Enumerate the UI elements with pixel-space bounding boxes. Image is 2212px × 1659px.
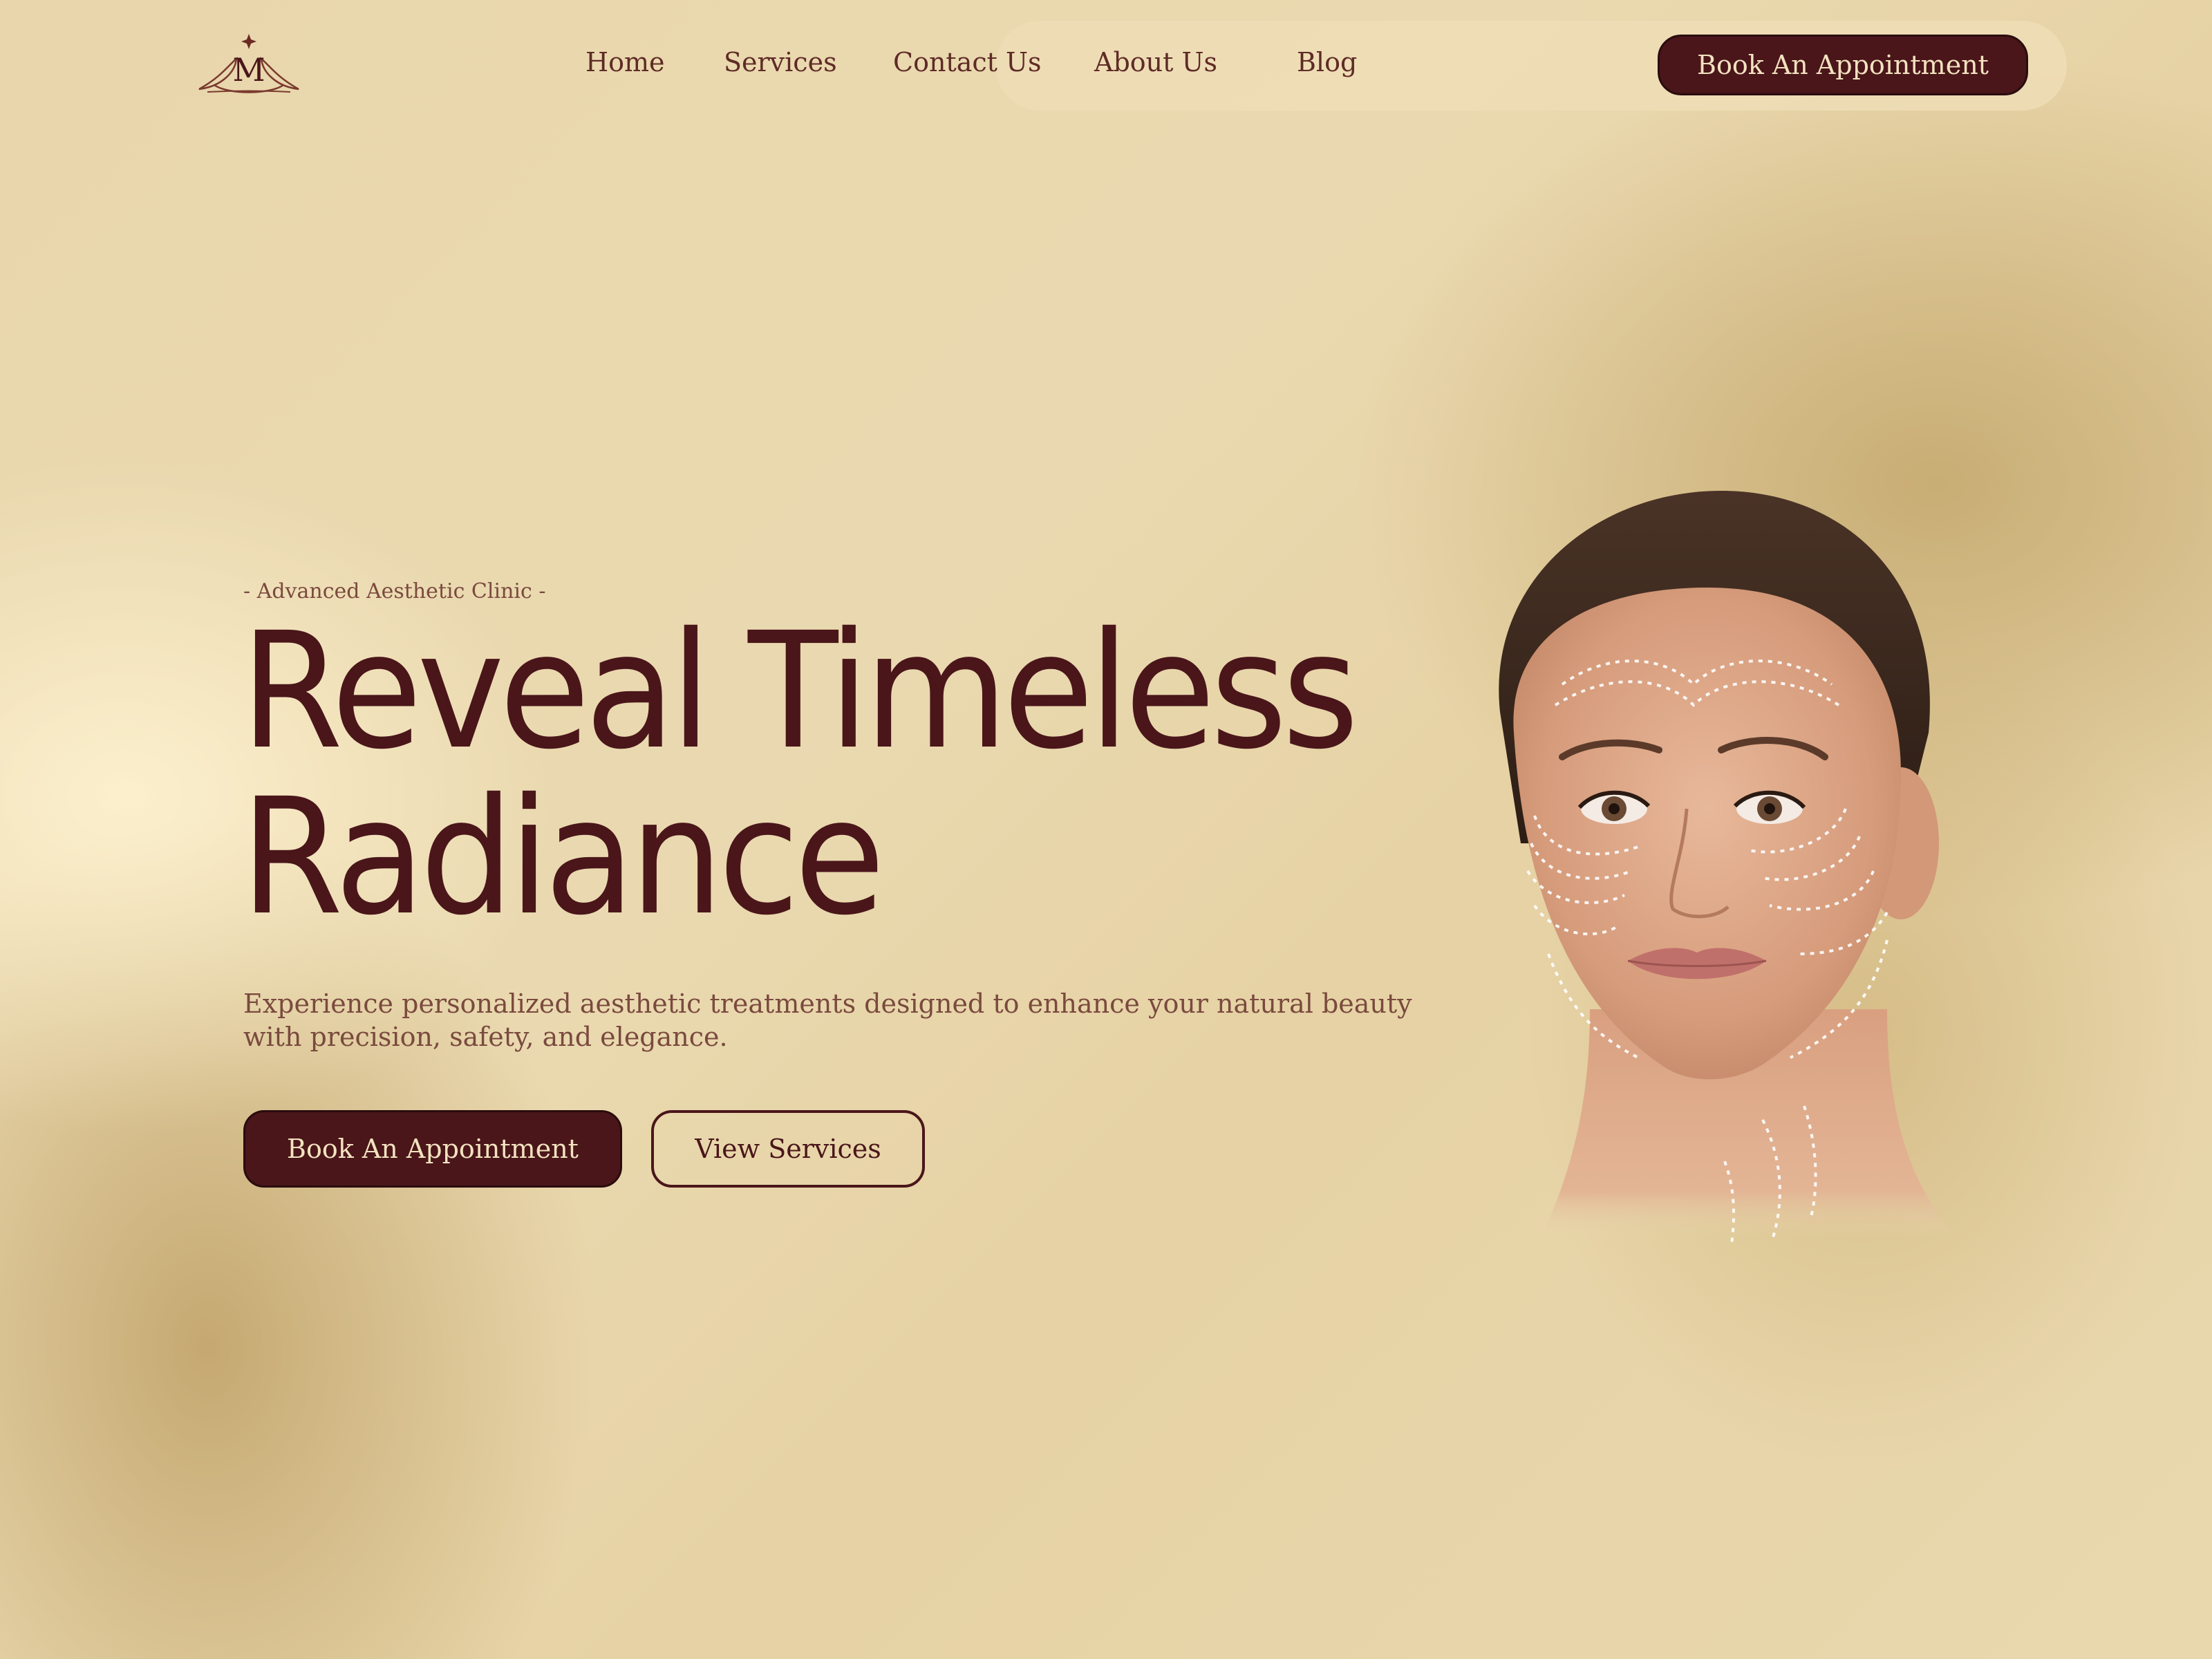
- hero-headline-line-2: Radiance: [241, 764, 885, 950]
- nav-home[interactable]: Home: [585, 47, 665, 77]
- view-services-button[interactable]: View Services: [651, 1110, 925, 1188]
- header-book-appointment-button[interactable]: Book An Appointment: [1658, 35, 2028, 95]
- hero-face-image: [1499, 491, 1956, 1245]
- nav-services[interactable]: Services: [724, 47, 837, 77]
- nav-contact-us[interactable]: Contact Us: [893, 47, 1042, 77]
- logo-icon[interactable]: M: [194, 31, 304, 97]
- nav-blog[interactable]: Blog: [1297, 47, 1357, 77]
- hero-headline: Reveal Timeless Radiance: [241, 608, 1451, 940]
- hero-headline-line-1: Reveal Timeless: [241, 598, 1359, 785]
- logo-letter: M: [232, 51, 265, 88]
- hero-book-appointment-button[interactable]: Book An Appointment: [243, 1110, 622, 1188]
- nav-about-us[interactable]: About Us: [1094, 47, 1217, 77]
- hero-description: Experience personalized aesthetic treatm…: [243, 988, 1412, 1052]
